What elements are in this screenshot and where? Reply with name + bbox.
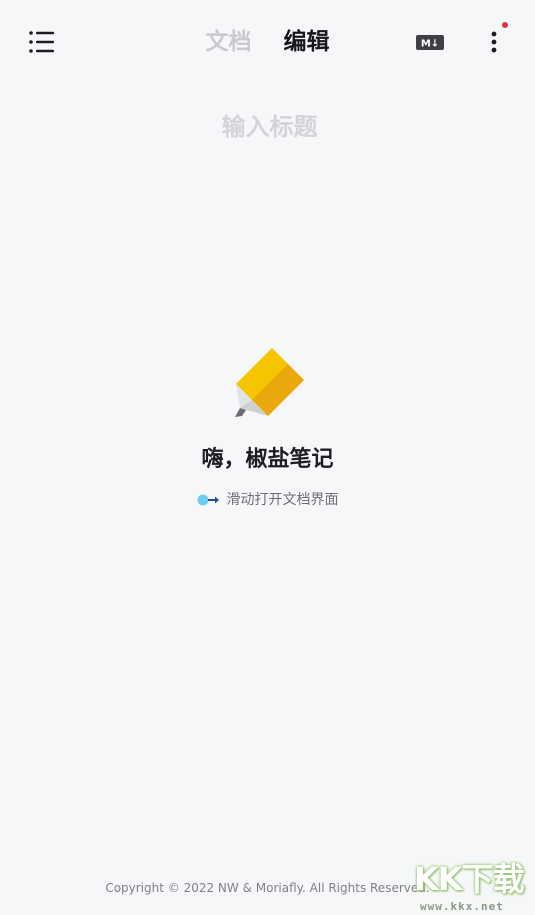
title-input[interactable] — [40, 104, 499, 150]
watermark-letters: KK下载 — [414, 860, 525, 898]
watermark-url: www.kkx.net — [420, 900, 504, 913]
swipe-hint-text: 滑动打开文档界面 — [226, 492, 339, 508]
markdown-label: M↓ — [421, 38, 439, 49]
swipe-icon — [197, 494, 219, 506]
vertical-dots-icon — [491, 31, 497, 53]
tab-edit[interactable]: 编辑 — [284, 24, 330, 60]
welcome-heading: 嗨，椒盐笔记 — [201, 447, 334, 472]
markdown-button[interactable]: M↓ — [413, 30, 447, 54]
view-tabs: 文档 编辑 — [0, 24, 535, 60]
swipe-hint: 滑动打开文档界面 — [0, 488, 535, 512]
tab-documents[interactable]: 文档 — [206, 24, 252, 60]
more-options-button[interactable] — [476, 22, 512, 62]
app-screen: 文档 编辑 M↓ 嗨，椒盐笔记 — [0, 0, 535, 915]
notification-dot — [502, 22, 508, 28]
markdown-icon: M↓ — [416, 34, 444, 50]
pencil-icon — [235, 348, 304, 417]
top-bar: 文档 编辑 M↓ — [0, 0, 535, 84]
watermark-logo: KK下载 www.kkx.net — [414, 858, 532, 914]
